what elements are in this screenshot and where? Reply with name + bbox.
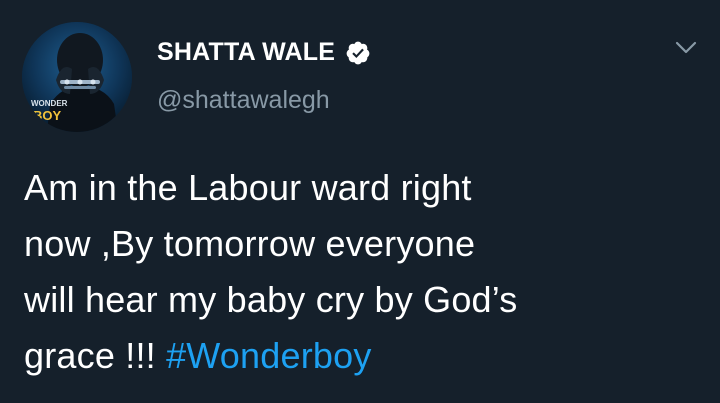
profile-avatar-icon[interactable]: WONDER BOY: [22, 22, 132, 132]
tweet-menu-button[interactable]: [674, 40, 698, 56]
tweet-text: Am in the Labour ward right now ,By tomo…: [24, 160, 664, 384]
verified-badge-icon: [346, 41, 370, 64]
tweet-card: WONDER BOY SHATTA WALE @shattawalegh Am …: [0, 0, 720, 403]
hashtag-link[interactable]: #Wonderboy: [166, 335, 371, 376]
tweet-text-line: Am in the Labour ward right: [24, 167, 472, 208]
tweet-text-fragment: grace !!!: [24, 335, 167, 376]
author-handle[interactable]: @shattawalegh: [157, 86, 330, 115]
chevron-down-icon: [675, 41, 697, 54]
display-name[interactable]: SHATTA WALE: [157, 38, 335, 67]
avatar-art: WONDER BOY: [22, 22, 132, 132]
avatar-text-top: WONDER: [31, 99, 68, 108]
tweet-text-line: now ,By tomorrow everyone: [24, 223, 476, 264]
tweet-text-line: will hear my baby cry by God’s: [24, 279, 518, 320]
avatar-text-bottom: BOY: [33, 108, 62, 123]
tweet-text-line-last: grace !!! #Wonderboy: [24, 328, 664, 384]
author-name-row: SHATTA WALE: [157, 38, 371, 67]
